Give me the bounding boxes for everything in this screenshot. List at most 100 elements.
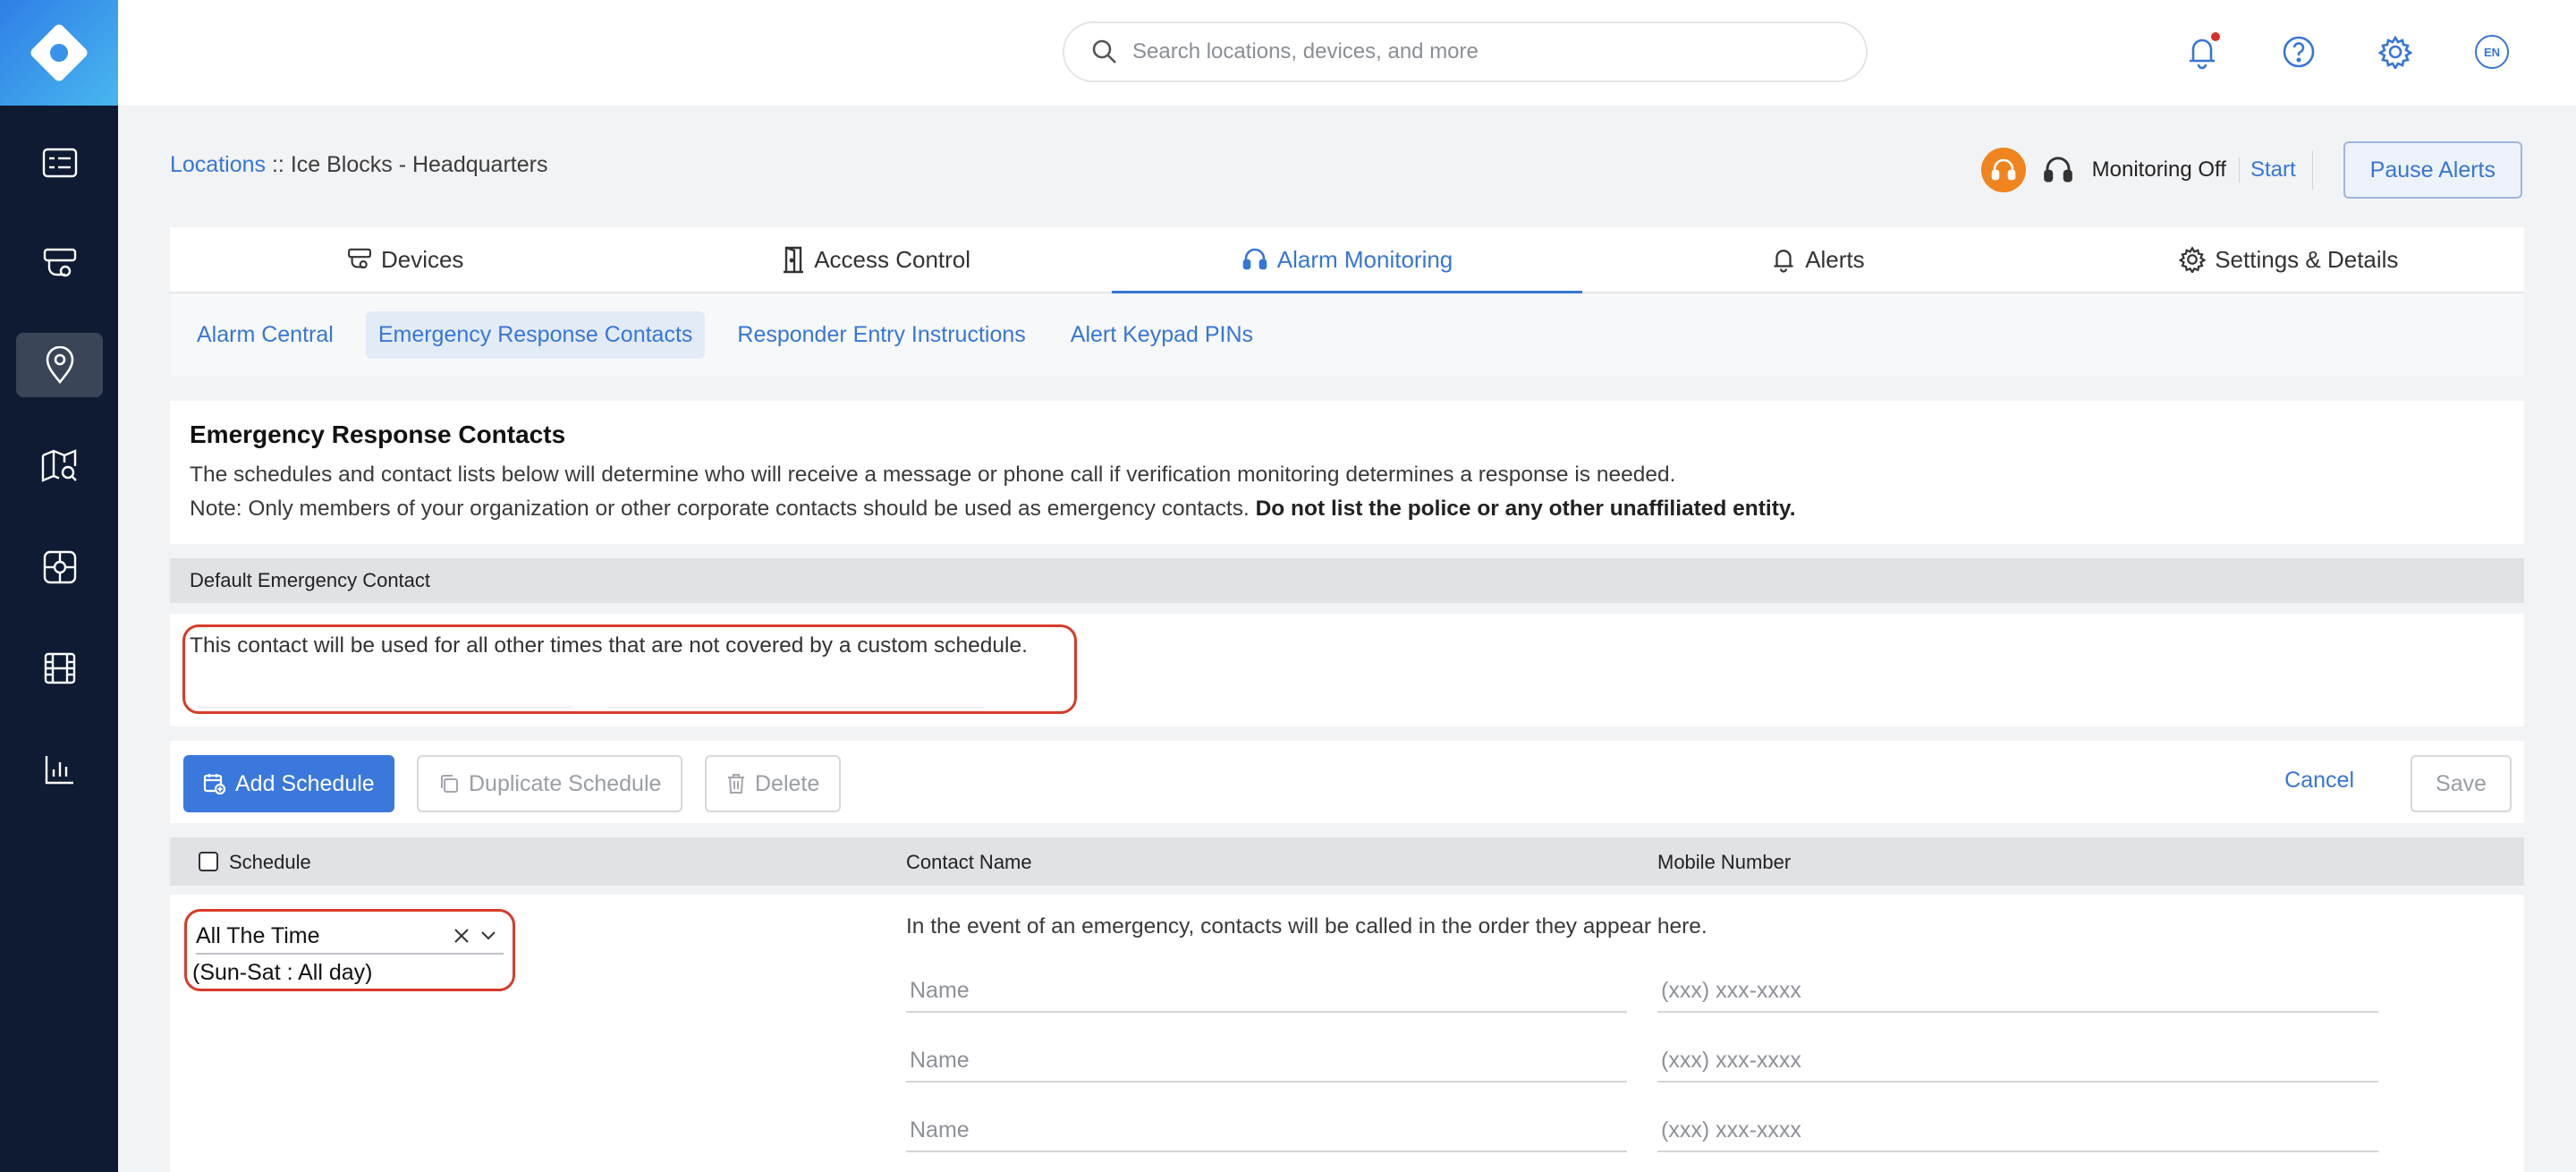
delete-button[interactable]: Delete [705,755,842,812]
info-description: The schedules and contact lists below wi… [190,463,1676,487]
map-search-icon [41,449,77,482]
sidebar [0,0,118,1172]
breadcrumb-locations-link[interactable]: Locations [170,152,266,177]
pause-alerts-button[interactable]: Pause Alerts [2343,141,2522,199]
default-contact-phone-field[interactable] [608,707,984,708]
contact-name-input-2[interactable] [906,1040,1627,1083]
headset-icon [2043,157,2072,183]
duplicate-schedule-label: Duplicate Schedule [469,770,662,796]
language-button[interactable]: EN [2467,27,2517,77]
schedule-highlight-box: All The Time (Sun-Sat : All day) [184,909,515,991]
logo-diamond-icon [30,24,88,81]
mobile-number-input-3[interactable] [1657,1109,2378,1152]
support-headset[interactable] [2042,154,2074,186]
dashboard-icon [42,148,77,178]
help-icon [2283,36,2315,68]
main-tabs: Devices Access Control Alarm Monitoring … [170,227,2524,293]
schedule-select[interactable]: All The Time [196,919,504,955]
language-label: EN [2475,35,2509,69]
door-icon [784,246,804,274]
tab-label: Devices [380,245,464,273]
default-contact-text: This contact will be used for all other … [190,633,1028,658]
contact-name-input-1[interactable] [906,970,1627,1013]
tab-alerts[interactable]: Alerts [1582,227,2053,292]
duplicate-schedule-button[interactable]: Duplicate Schedule [417,755,683,812]
location-pin-icon [46,346,73,384]
trash-icon [728,774,744,794]
gear-icon [2378,35,2412,69]
camera-icon [43,248,76,277]
sidebar-item-video[interactable] [16,636,103,701]
table-row: All The Time (Sun-Sat : All day) In the … [170,895,2524,1172]
tab-label: Access Control [814,245,971,273]
top-bar: EN [118,0,2576,106]
breadcrumb-current: Ice Blocks - Headquarters [290,152,548,177]
sidebar-item-access[interactable] [16,535,103,599]
tab-devices[interactable]: Devices [170,227,640,292]
sidebar-item-map-search[interactable] [16,434,103,498]
info-card: Emergency Response Contacts The schedule… [170,401,2524,544]
tab-label: Alerts [1805,245,1865,273]
subtab-alert-keypad-pins[interactable]: Alert Keypad PINs [1058,311,1266,359]
subtab-responder-entry-instructions[interactable]: Responder Entry Instructions [724,311,1038,359]
film-icon [44,652,75,684]
analytics-icon [45,756,73,785]
contact-order-note: In the event of an emergency, contacts w… [906,914,1707,938]
default-contact-name-field[interactable] [197,707,572,708]
chevron-down-icon[interactable] [480,930,496,941]
sub-tabs: Alarm Central Emergency Response Contact… [170,293,2524,376]
column-header-mobile-number: Mobile Number [1657,851,1792,873]
schedule-table-header: Schedule Contact Name Mobile Number [170,837,2524,886]
delete-label: Delete [755,770,820,796]
tab-alarm-monitoring[interactable]: Alarm Monitoring [1111,227,1583,293]
schedule-detail: (Sun-Sat : All day) [192,960,373,985]
notification-dot [2211,32,2220,41]
tab-access-control[interactable]: Access Control [640,227,1111,292]
help-button[interactable] [2274,27,2324,77]
monitoring-controls: Monitoring Off Start Pause Alerts [1980,141,2522,199]
sidebar-item-locations[interactable] [16,333,103,397]
headset-icon [1242,248,1267,270]
schedule-select-value: All The Time [196,922,320,948]
camera-icon [348,248,371,269]
gear-icon [2179,246,2207,273]
settings-button[interactable] [2370,27,2420,77]
tab-settings-details[interactable]: Settings & Details [2054,227,2524,292]
mobile-number-input-1[interactable] [1657,970,2378,1013]
schedule-toolbar: Add Schedule Duplicate Schedule Delete C… [170,741,2524,823]
sidebar-item-analytics[interactable] [16,737,103,802]
access-icon [43,550,76,584]
contact-name-input-3[interactable] [906,1109,1627,1152]
monitoring-status-text: Monitoring Off [2091,157,2226,182]
add-schedule-button[interactable]: Add Schedule [183,755,394,812]
app-logo[interactable] [0,0,118,106]
select-all-checkbox[interactable] [199,852,218,871]
subtab-emergency-response-contacts[interactable]: Emergency Response Contacts [365,310,706,359]
default-contact-panel: This contact will be used for all other … [170,614,2524,726]
default-contact-header: Default Emergency Contact [170,558,2524,603]
breadcrumb-separator: :: [266,152,291,177]
calendar-add-icon [203,774,226,795]
clear-icon[interactable] [453,928,470,944]
subtab-alarm-central[interactable]: Alarm Central [184,311,346,359]
notifications-button[interactable] [2177,27,2227,77]
mobile-number-input-2[interactable] [1657,1040,2378,1083]
monitoring-status-badge [1980,148,2026,192]
cancel-button[interactable]: Cancel [2284,768,2354,794]
bell-icon [1774,250,1793,273]
info-note-warning: Do not list the police or any other unaf… [1255,497,1796,521]
search-icon [1092,39,1116,64]
breadcrumb: Locations :: Ice Blocks - Headquarters [170,152,547,178]
section-title: Emergency Response Contacts [190,420,566,448]
tab-label: Alarm Monitoring [1276,245,1453,273]
headset-icon [1991,158,2015,181]
sidebar-item-cameras[interactable] [16,232,103,296]
divider [2311,150,2313,190]
tab-label: Settings & Details [2215,245,2399,273]
save-button[interactable]: Save [2411,755,2512,812]
info-note-text: Note: Only members of your organization … [190,497,1256,521]
start-monitoring-link[interactable]: Start [2238,157,2296,183]
sidebar-item-dashboard[interactable] [16,131,103,195]
search-box[interactable] [1063,21,1868,82]
search-input[interactable] [1132,39,1812,64]
